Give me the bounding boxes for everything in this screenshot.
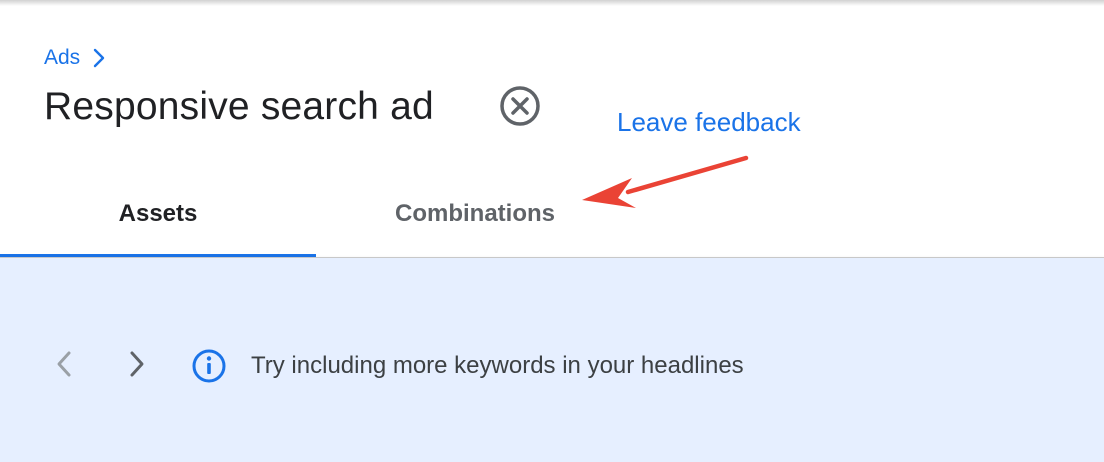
leave-feedback-link[interactable]: Leave feedback [617,106,801,138]
page: Ads Responsive search ad Leave feedback [0,0,1104,462]
page-header: Ads Responsive search ad Leave feedback [0,0,1104,258]
breadcrumb-link-ads[interactable]: Ads [44,44,80,72]
tip-text: Try including more keywords in your head… [251,352,744,379]
chevron-left-icon [54,350,74,383]
next-tip-button[interactable] [119,348,155,384]
page-title: Responsive search ad [44,85,434,128]
chevron-right-icon [88,44,110,72]
top-shadow [0,0,1104,6]
previous-tip-button[interactable] [46,348,82,384]
content-area: Try including more keywords in your head… [0,258,1104,462]
tab-bar: Assets Combinations [0,170,1104,258]
info-icon [189,346,229,386]
tab-assets-label: Assets [118,200,198,227]
chevron-right-icon [127,350,147,383]
tab-combinations-label: Combinations [395,200,555,227]
tab-combinations[interactable]: Combinations [316,170,634,258]
breadcrumb: Ads [44,44,110,72]
tip-banner: Try including more keywords in your head… [46,346,744,386]
close-circle-icon [499,85,541,132]
close-button[interactable] [497,85,543,131]
tab-assets[interactable]: Assets [0,170,316,258]
